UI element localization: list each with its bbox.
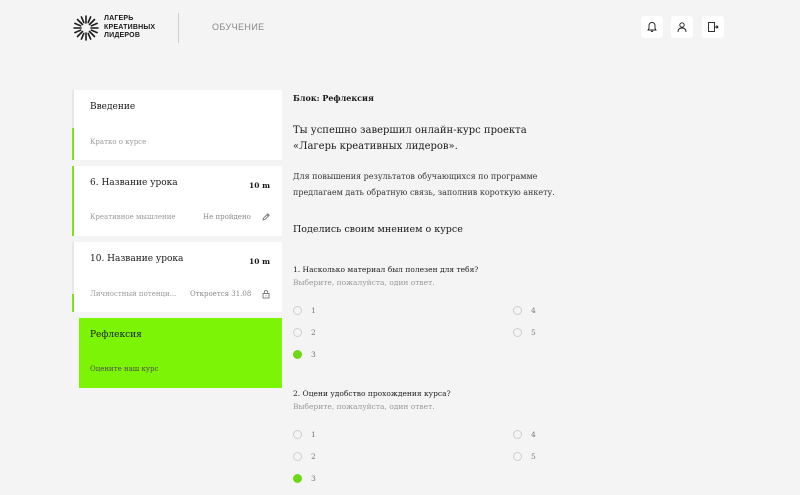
sidebar-item-subtitle: Креативное мышление (90, 213, 176, 221)
logo-text: ЛАГЕРЬ КРЕАТИВНЫХ ЛИДЕРОВ (104, 15, 155, 41)
survey-question-1: 1. Насколько материал был полезен для те… (293, 265, 753, 365)
radio-option-1[interactable]: 1 (293, 430, 316, 439)
radio-button[interactable] (513, 328, 522, 337)
question-hint: Выберите, пожалуйста, один ответ. (293, 278, 435, 287)
lesson-duration: 10 m (249, 257, 270, 266)
progress-accent (72, 166, 74, 236)
option-label: 5 (531, 328, 536, 337)
radio-button-selected[interactable] (293, 350, 302, 359)
nav-learning-link[interactable]: ОБУЧЕНИЕ (212, 22, 265, 32)
sidebar-item-reflection[interactable]: Рефлексия Оцените наш курс (79, 318, 282, 388)
radio-button[interactable] (293, 452, 302, 461)
sidebar-item-intro[interactable]: Введение Кратко о курсе (72, 90, 282, 160)
sidebar-item-title: 6. Название урока (90, 178, 178, 188)
completion-title-line-2: «Лагерь креативных лидеров». (293, 141, 458, 152)
sidebar-item-lesson-6[interactable]: 6. Название урока 10 m Креативное мышлен… (72, 166, 282, 236)
radio-button[interactable] (513, 306, 522, 315)
sidebar-item-subtitle: Оцените наш курс (90, 365, 159, 373)
radio-button[interactable] (293, 328, 302, 337)
sidebar-item-lesson-10[interactable]: 10. Название урока 10 m Личностный потен… (72, 242, 282, 312)
profile-button[interactable] (671, 16, 693, 38)
option-label: 4 (531, 306, 536, 315)
radio-button[interactable] (513, 430, 522, 439)
lesson-status: Не пройдено (203, 213, 251, 221)
logo[interactable]: ЛАГЕРЬ КРЕАТИВНЫХ ЛИДЕРОВ (72, 13, 167, 43)
sidebar-item-title: Рефлексия (90, 330, 142, 340)
radio-option-3[interactable]: 3 (293, 350, 316, 359)
completion-title: Ты успешно завершил онлайн-курс проекта … (293, 123, 593, 155)
sidebar-item-title: 10. Название урока (90, 254, 184, 264)
radio-button[interactable] (293, 430, 302, 439)
intro-text-line-2: предлагаем дать обратную связь, заполнив… (293, 188, 555, 197)
sidebar-item-title: Введение (90, 102, 136, 112)
progress-accent (72, 242, 74, 312)
radio-option-5[interactable]: 5 (513, 328, 536, 337)
progress-accent (72, 90, 74, 160)
feedback-title: Поделись своим мнением о курсе (293, 224, 463, 235)
option-label: 2 (311, 328, 316, 337)
logo-line-3: ЛИДЕРОВ (104, 32, 141, 40)
sidebar-item-subtitle: Личностный потенци... (90, 290, 177, 298)
intro-text-line-1: Для повышения результатов обучающихся по… (293, 172, 538, 181)
radio-option-2[interactable]: 2 (293, 328, 316, 337)
option-label: 5 (531, 452, 536, 461)
radio-option-4[interactable]: 4 (513, 430, 536, 439)
radio-option-3[interactable]: 3 (293, 474, 316, 483)
exit-icon (708, 22, 719, 32)
lesson-duration: 10 m (249, 181, 270, 190)
lesson-status: Откроется 31.08 (190, 290, 252, 298)
header-divider (178, 13, 179, 43)
option-label: 4 (531, 430, 536, 439)
radio-button[interactable] (513, 452, 522, 461)
logout-button[interactable] (702, 16, 724, 38)
header: ЛАГЕРЬ КРЕАТИВНЫХ ЛИДЕРОВ ОБУЧЕНИЕ (0, 0, 800, 56)
block-label: Блок: Рефлексия (293, 93, 374, 103)
logo-line-2: КРЕАТИВНЫХ (104, 23, 156, 31)
radio-option-2[interactable]: 2 (293, 452, 316, 461)
radio-option-5[interactable]: 5 (513, 452, 536, 461)
lock-icon (262, 290, 270, 299)
user-icon (677, 22, 687, 33)
completion-title-line-1: Ты успешно завершил онлайн-курс проекта (293, 125, 527, 136)
radio-option-1[interactable]: 1 (293, 306, 316, 315)
option-label: 1 (311, 306, 316, 315)
radio-option-4[interactable]: 4 (513, 306, 536, 315)
bell-icon (647, 22, 657, 32)
radio-button-selected[interactable] (293, 474, 302, 483)
course-sidebar: Введение Кратко о курсе 6. Название урок… (72, 90, 282, 394)
pencil-icon[interactable] (261, 212, 271, 222)
option-label: 2 (311, 452, 316, 461)
survey-question-2: 2. Оцени удобство прохождения курса? Выб… (293, 389, 753, 489)
option-label: 3 (311, 350, 316, 359)
option-label: 3 (311, 474, 316, 483)
question-text: 1. Насколько материал был полезен для те… (293, 265, 479, 274)
question-hint: Выберите, пожалуйста, один ответ. (293, 402, 435, 411)
logo-line-1: ЛАГЕРЬ (104, 15, 134, 23)
sidebar-item-subtitle: Кратко о курсе (90, 138, 147, 146)
question-text: 2. Оцени удобство прохождения курса? (293, 389, 451, 398)
notifications-button[interactable] (641, 16, 663, 38)
radio-button[interactable] (293, 306, 302, 315)
intro-text: Для повышения результатов обучающихся по… (293, 169, 613, 201)
option-label: 1 (311, 430, 316, 439)
sunburst-logo-icon (73, 15, 99, 41)
